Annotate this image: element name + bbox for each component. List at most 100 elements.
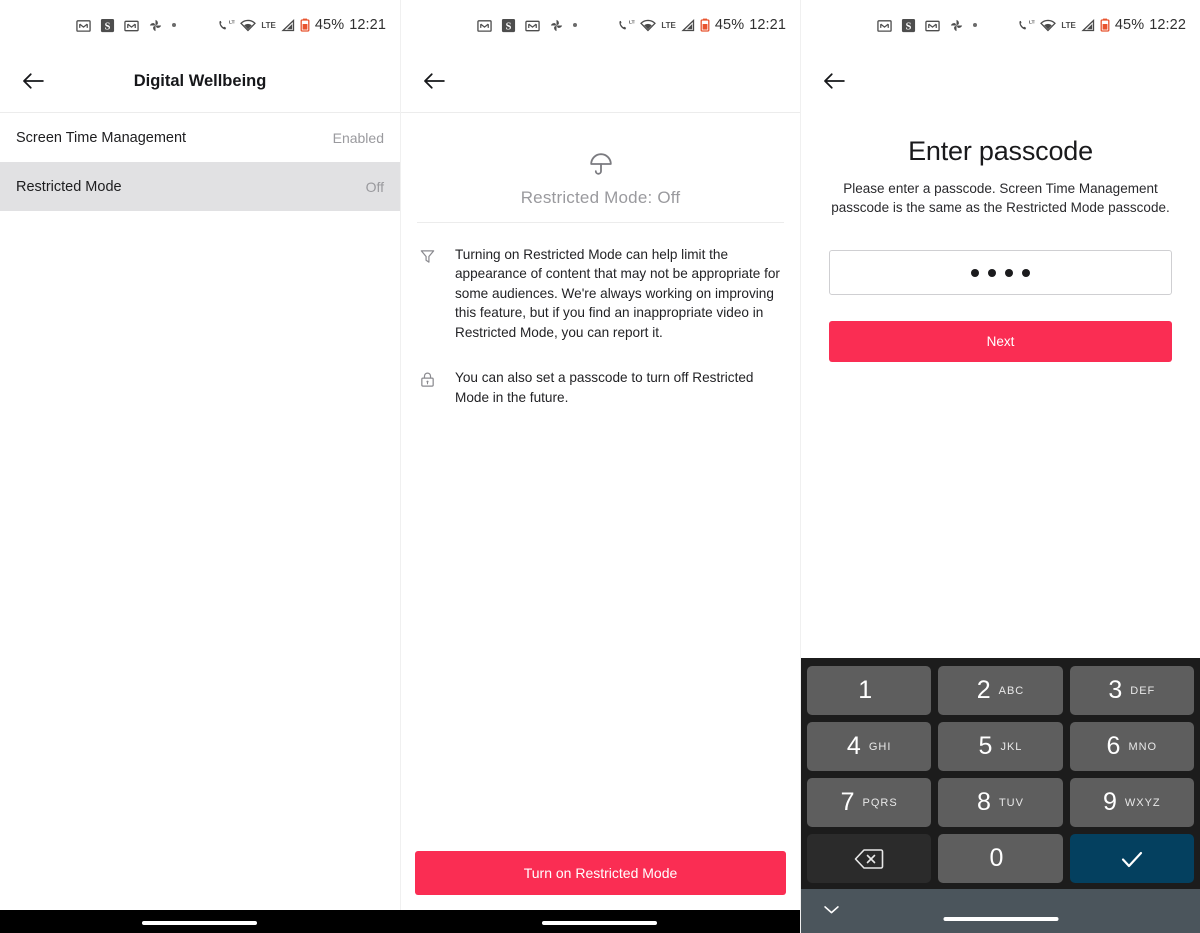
info-item-text: Turning on Restricted Mode can help limi… [455,247,780,340]
more-dot-icon [172,23,176,27]
passcode-dot [1005,268,1013,277]
nav-gesture-pill[interactable] [142,921,257,925]
back-arrow-icon[interactable] [817,64,851,98]
key-number: 2 [976,676,991,704]
key-7[interactable]: 7 PQRS [807,778,932,827]
restricted-mode-status-title: Restricted Mode: Off [520,188,681,207]
setting-row-restricted-mode[interactable]: Restricted Mode Off [0,162,400,211]
mail-icon [477,18,492,33]
back-arrow-icon[interactable] [16,64,50,98]
svg-text:LTE: LTE [629,20,635,26]
status-bar-panel3: S LTE LTE [801,0,1200,50]
key-number: 6 [1106,732,1121,760]
phone-lte-icon: LTE [1018,18,1035,32]
mail-icon [76,18,91,33]
key-letters: MNO [1128,740,1158,753]
pinwheel-icon [949,18,964,33]
pinwheel-icon [549,18,564,33]
passcode-title: Enter passcode [908,136,1093,166]
checkmark-icon[interactable] [1069,834,1194,883]
gmail-icon [124,18,139,33]
panel-restricted-mode: S LTE LTE [400,0,800,933]
chevron-down-icon[interactable] [823,902,840,920]
gmail-icon [525,18,540,33]
restricted-mode-hero: Restricted Mode: Off [401,113,800,222]
lte-label-icon: LTE [261,20,276,30]
phone-lte-icon: LTE [618,18,635,32]
clock-time: 12:21 [349,17,386,33]
lock-icon [419,368,439,407]
key-number: 9 [1102,788,1117,816]
back-arrow-icon[interactable] [417,64,451,98]
key-4[interactable]: 4 GHI [807,722,932,771]
battery-icon [300,18,310,32]
setting-row-screen-time-management[interactable]: Screen Time Management Enabled [0,113,400,162]
signal-bars-icon [281,18,295,32]
key-1[interactable]: 1 [807,666,932,715]
s-app-icon: S [100,18,115,33]
key-8[interactable]: 8 TUV [938,778,1063,827]
status-bar-panel1: S LTE LTE [0,0,400,50]
signal-bars-icon [681,18,695,32]
signal-bars-icon [1081,18,1095,32]
battery-icon [700,18,710,32]
status-bar-notification-icons: S [877,18,977,33]
numeric-keypad: 1 2 ABC 3 DEF 4 GHI 5 JKL 6 MNO 7 PQRS 8… [801,658,1200,889]
passcode-form: Enter passcode Please enter a passcode. … [801,112,1200,363]
info-item-passcode: You can also set a passcode to turn off … [419,368,782,407]
lte-label-icon: LTE [661,20,676,30]
gmail-icon [925,18,940,33]
nav-gesture-pill[interactable] [542,921,657,925]
key-2[interactable]: 2 ABC [938,666,1063,715]
battery-icon [1100,18,1110,32]
key-letters: DEF [1130,684,1156,697]
panel-digital-wellbeing: S LTE LTE [0,0,800,933]
wifi-icon [240,19,257,32]
passcode-dot [1022,268,1030,277]
backspace-icon[interactable] [807,834,932,883]
keypad-row: 4 GHI 5 JKL 6 MNO [807,722,1194,771]
passcode-input[interactable] [829,250,1172,296]
keypad-row: 1 2 ABC 3 DEF [807,666,1194,715]
keypad-row: 7 PQRS 8 TUV 9 WXYZ [807,778,1194,827]
battery-percentage: 45% [714,17,745,33]
phone-lte-icon: LTE [218,18,235,32]
status-bar-notification-icons: S [76,18,176,33]
keypad-row: 0 [807,834,1194,883]
status-bar-notification-icons: S [477,18,577,33]
panel-enter-passcode: S LTE LTE [800,0,1200,933]
key-letters: GHI [868,740,892,753]
key-9[interactable]: 9 WXYZ [1069,778,1194,827]
more-dot-icon [573,23,577,27]
turn-on-restricted-mode-button[interactable]: Turn on Restricted Mode [415,851,786,895]
clock-time: 12:22 [1149,17,1186,33]
lte-label-icon: LTE [1061,20,1076,30]
app-bar-panel1: Digital Wellbeing [0,50,400,112]
wifi-icon [1040,19,1057,32]
setting-row-value: Off [365,178,384,195]
filter-funnel-icon [419,245,439,342]
key-5[interactable]: 5 JKL [938,722,1063,771]
status-bar-system-icons: LTE LTE 45% 12:21 [218,17,386,33]
battery-percentage: 45% [314,17,345,33]
key-letters: TUV [998,796,1024,809]
key-letters: PQRS [862,796,898,809]
key-number: 8 [977,788,991,816]
keyboard-bottom-bar [801,889,1200,933]
key-number: 7 [840,788,855,816]
status-bar-panel2: S LTE LTE [401,0,800,50]
battery-percentage: 45% [1114,17,1145,33]
passcode-dot [988,268,996,277]
s-app-icon: S [501,18,516,33]
key-number: 5 [978,732,993,760]
nav-gesture-pill[interactable] [943,917,1058,921]
wifi-icon [640,19,657,32]
cta-container: Turn on Restricted Mode [401,851,800,895]
key-0[interactable]: 0 [938,834,1063,883]
key-3[interactable]: 3 DEF [1069,666,1194,715]
status-bar-system-icons: LTE LTE 45% 12:21 [618,17,786,33]
umbrella-icon [401,151,800,182]
page-title: Digital Wellbeing [133,71,267,90]
next-button[interactable]: Next [829,321,1172,363]
key-6[interactable]: 6 MNO [1069,722,1194,771]
